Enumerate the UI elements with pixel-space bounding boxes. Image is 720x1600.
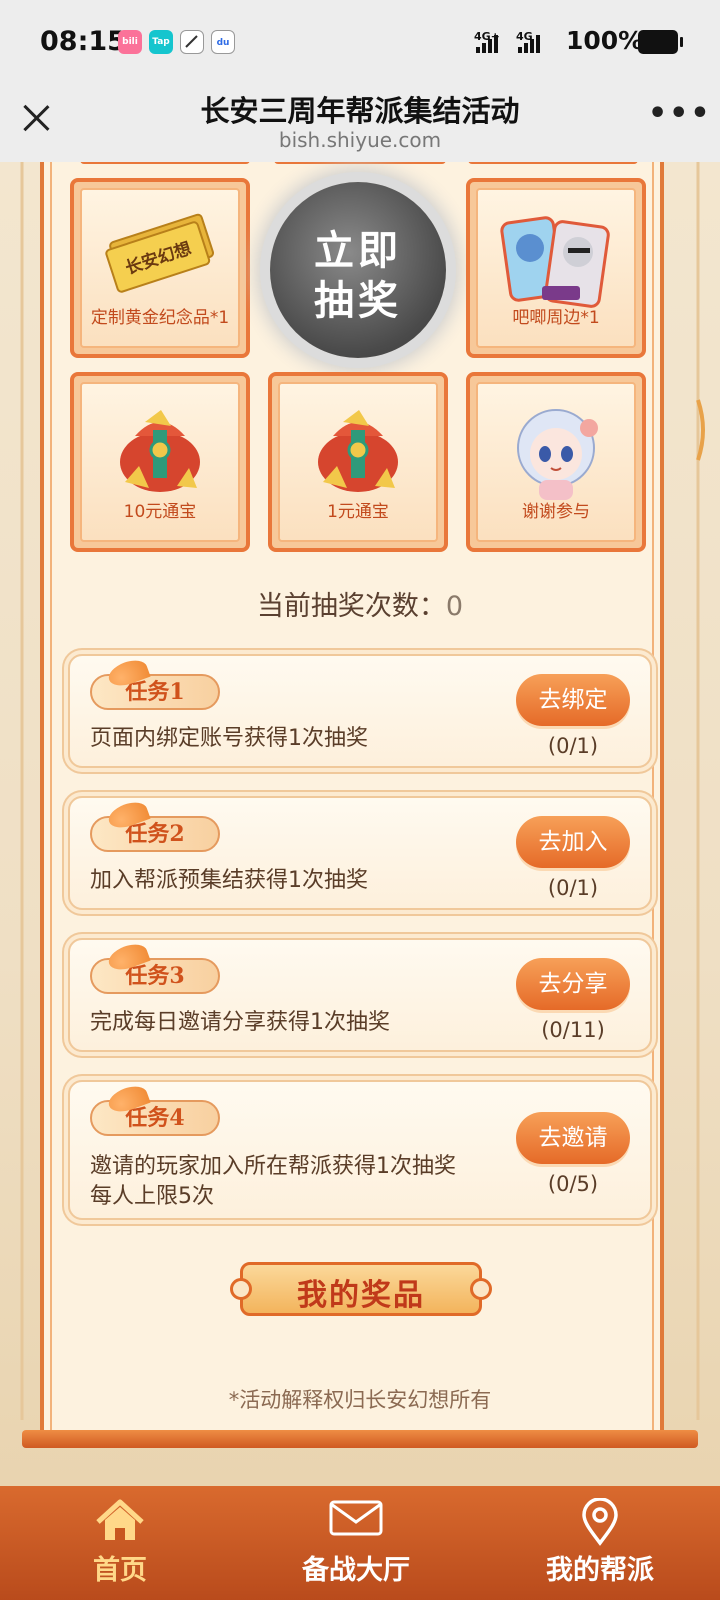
task-description: 完成每日邀请分享获得1次抽奖 [90, 1010, 390, 1035]
coin-bag-icon [318, 410, 398, 492]
status-bar: 08:15 bili Tap du 4G+ 4G 100% [0, 0, 720, 86]
task-tag: 任务1 [90, 674, 220, 710]
edge-app-icon [180, 30, 204, 54]
prize-card: 长安幻想 定制黄金纪念品*1 [80, 188, 240, 348]
task-card-4: 任务4 邀请的玩家加入所在帮派获得1次抽奖 每人上限5次 去邀请 (0/5) [68, 1080, 652, 1220]
task-tag: 任务2 [90, 816, 220, 852]
page-title: 长安三周年帮派集结活动 [200, 94, 520, 128]
prize-gold-souvenir: 长安幻想 定制黄金纪念品*1 [70, 178, 250, 358]
prize-label-1-yuan: 1元通宝 [327, 502, 389, 522]
task-progress: (0/11) [541, 1018, 605, 1042]
footnote: *活动解释权归长安幻想所有 [228, 1388, 492, 1412]
prize-thanks: 谢谢参与 [466, 372, 646, 552]
battery-icon [638, 30, 683, 54]
nav-label-hall: 备战大厅 [302, 1555, 410, 1586]
prize-label-merch: 吧唧周边*1 [512, 308, 600, 328]
status-time: 08:15 [40, 26, 126, 57]
signal-icon [476, 34, 500, 54]
signal-icon-2 [518, 34, 542, 54]
prize-label-gold: 定制黄金纪念品*1 [90, 308, 230, 328]
prize-card: 吧唧周边*1 [476, 188, 636, 348]
task-description: 邀请的玩家加入所在帮派获得1次抽奖 [90, 1154, 456, 1179]
battery-percent: 100% [566, 26, 644, 55]
prize-card: 谢谢参与 [476, 382, 636, 542]
bottom-nav: 首页 备战大厅 我的帮派 [0, 1486, 720, 1600]
more-options-button[interactable]: ••• [648, 99, 710, 134]
prize-label-thanks: 谢谢参与 [522, 502, 590, 522]
task-description: 加入帮派预集结获得1次抽奖 [90, 868, 368, 893]
nav-hall[interactable]: 备战大厅 [236, 1486, 476, 1600]
join-guild-button[interactable]: 去加入 [516, 816, 630, 868]
prize-label-10-yuan: 10元通宝 [123, 502, 197, 522]
nav-my-guild[interactable]: 我的帮派 [480, 1486, 720, 1600]
badge-cards-icon [500, 216, 610, 308]
location-pin-icon [582, 1498, 618, 1546]
draw-count: 当前抽奖次数：0 [0, 584, 720, 623]
home-icon [96, 1499, 144, 1540]
chibi-character-icon [517, 409, 598, 500]
mail-icon [329, 1500, 383, 1536]
task-progress: (0/1) [547, 876, 599, 900]
bind-account-button[interactable]: 去绑定 [516, 674, 630, 726]
task-card-2: 任务2 加入帮派预集结获得1次抽奖 去加入 (0/1) [68, 796, 652, 910]
task-description: 页面内绑定账号获得1次抽奖 [90, 726, 368, 751]
frame-bottom-rail [22, 1430, 698, 1448]
draw-button-line2: 抽奖 [314, 277, 402, 324]
taptap-icon: Tap [149, 30, 173, 54]
prize-1-yuan: 1元通宝 [268, 372, 448, 552]
task-tag: 任务4 [90, 1100, 220, 1136]
task-card-1: 任务1 页面内绑定账号获得1次抽奖 去绑定 (0/1) [68, 654, 652, 768]
invite-button[interactable]: 去邀请 [516, 1112, 630, 1164]
coin-bag-icon [120, 410, 200, 492]
top-bar: 08:15 bili Tap du 4G+ 4G 100% 长安三周年帮派集结活… [0, 0, 720, 162]
task-card-3: 任务3 完成每日邀请分享获得1次抽奖 去分享 (0/11) [68, 938, 652, 1052]
share-button[interactable]: 去分享 [516, 958, 630, 1010]
prize-merch: 吧唧周边*1 [466, 178, 646, 358]
nav-home[interactable]: 首页 [0, 1486, 240, 1600]
task-progress: (0/5) [547, 1172, 599, 1196]
right-scroll-decoration [690, 160, 720, 1420]
nav-label-home: 首页 [93, 1555, 147, 1586]
my-prizes-label: 我的奖品 [297, 1278, 425, 1313]
my-prizes-button[interactable]: 我的奖品 [230, 1256, 492, 1322]
task-progress: (0/1) [547, 734, 599, 758]
bilibili-icon: bili [118, 30, 142, 54]
nav-label-my-guild: 我的帮派 [546, 1555, 654, 1586]
task-tag: 任务3 [90, 958, 220, 994]
prize-card: 10元通宝 [80, 382, 240, 542]
draw-count-value: 0 [445, 591, 464, 622]
prize-card: 1元通宝 [278, 382, 438, 542]
task-description-limit: 每人上限5次 [90, 1184, 214, 1209]
draw-count-label: 当前抽奖次数： [256, 591, 446, 622]
prize-10-yuan: 10元通宝 [70, 372, 250, 552]
gold-ticket-icon: 长安幻想 [105, 213, 215, 293]
left-scroll-decoration [0, 160, 30, 1420]
page-url: bish.shiyue.com [278, 128, 442, 152]
baidu-icon: du [211, 30, 235, 54]
draw-now-button[interactable]: 立即 抽奖 [270, 182, 446, 358]
